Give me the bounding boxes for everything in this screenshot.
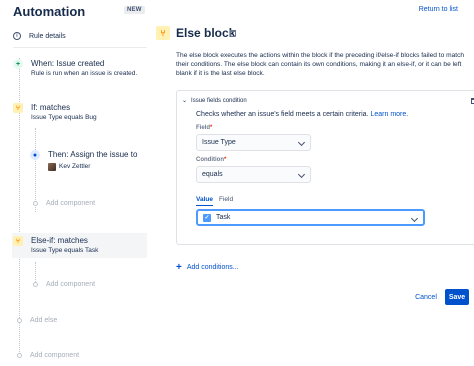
add-component-label: Add component bbox=[46, 281, 96, 288]
field-select-value: Issue Type bbox=[202, 139, 236, 146]
trigger-title: When: Issue created bbox=[31, 59, 105, 68]
value-select-text: Task bbox=[216, 214, 231, 221]
dot-icon bbox=[17, 353, 22, 358]
tab-value[interactable]: Value bbox=[196, 196, 213, 206]
add-component-label: Add component bbox=[30, 352, 80, 359]
if-condition-node[interactable]: ⑂ If: matches Issue Type equals Bug bbox=[13, 103, 97, 122]
chevron-down-icon bbox=[410, 214, 419, 223]
chevron-down-icon: ⌄ bbox=[182, 98, 188, 104]
condition-select[interactable]: equals bbox=[196, 166, 311, 183]
dot-icon bbox=[33, 282, 38, 287]
divider bbox=[13, 47, 147, 48]
issue-fields-condition-panel: ⌄ Issue fields condition Checks whether … bbox=[176, 90, 474, 245]
field-label: Field* bbox=[196, 125, 212, 131]
panel-text: Checks whether an issue's field meets a … bbox=[196, 111, 369, 118]
condition-label-text: Condition bbox=[196, 157, 224, 163]
info-icon: i bbox=[13, 32, 21, 40]
assignee-name: Kev Zettler bbox=[59, 163, 91, 170]
tab-field[interactable]: Field bbox=[219, 196, 233, 206]
app-title: Automation bbox=[13, 4, 86, 19]
else-if-subtitle: Issue Type equals Task bbox=[31, 247, 99, 254]
else-if-node[interactable]: ⑂ Else-if: matches Issue Type equals Tas… bbox=[12, 233, 147, 258]
value-select[interactable]: ✓ Task bbox=[196, 209, 425, 226]
else-if-title: Else-if: matches bbox=[31, 236, 88, 245]
trigger-icon: + bbox=[13, 59, 23, 69]
chevron-down-icon bbox=[297, 170, 306, 179]
add-component-button[interactable]: Add component bbox=[33, 200, 95, 207]
user-icon: ● bbox=[30, 150, 40, 160]
learn-more-link[interactable]: Learn more. bbox=[370, 111, 408, 118]
add-component-button[interactable]: Add component bbox=[17, 352, 79, 359]
trigger-node[interactable]: + When: Issue created Rule is run when a… bbox=[13, 59, 137, 78]
condition-label: Condition* bbox=[196, 157, 226, 163]
add-else-button[interactable]: Add else bbox=[17, 317, 57, 324]
assign-action-node[interactable]: ● Then: Assign the issue to Kev Zettler bbox=[30, 150, 137, 171]
save-button[interactable]: Save bbox=[445, 289, 469, 305]
field-label-text: Field bbox=[196, 125, 211, 131]
panel-description: Checks whether an issue's field meets a … bbox=[196, 111, 408, 118]
branch-icon: ⑂ bbox=[13, 103, 23, 113]
required-mark: * bbox=[224, 157, 227, 163]
page-title: Else block bbox=[176, 26, 236, 40]
avatar bbox=[48, 162, 56, 171]
rule-details-label: Rule details bbox=[29, 32, 66, 40]
chevron-down-icon bbox=[297, 138, 306, 147]
condition-select-value: equals bbox=[202, 171, 223, 178]
if-condition-subtitle: Issue Type equals Bug bbox=[31, 114, 97, 121]
assign-action-title: Then: Assign the issue to bbox=[48, 150, 138, 159]
else-block-description: The else block executes the actions with… bbox=[176, 52, 465, 77]
new-badge: NEW bbox=[124, 6, 145, 14]
add-component-label: Add component bbox=[46, 200, 96, 207]
task-icon: ✓ bbox=[203, 213, 211, 222]
trigger-subtitle: Rule is run when an issue is created. bbox=[31, 70, 138, 77]
rule-details-item[interactable]: i Rule details bbox=[13, 32, 66, 40]
dot-icon bbox=[17, 318, 22, 323]
if-condition-title: If: matches bbox=[31, 103, 71, 112]
add-else-label: Add else bbox=[30, 317, 58, 324]
trash-icon[interactable] bbox=[230, 30, 236, 37]
value-field-tabs: Value Field bbox=[196, 196, 233, 206]
required-mark: * bbox=[210, 125, 213, 131]
plus-icon: + bbox=[176, 262, 182, 273]
add-conditions-label: Add conditions... bbox=[186, 264, 239, 271]
assignee: Kev Zettler bbox=[48, 162, 137, 171]
panel-heading: Issue fields condition bbox=[191, 97, 247, 104]
panel-header[interactable]: ⌄ Issue fields condition bbox=[182, 97, 247, 105]
dot-icon bbox=[33, 201, 38, 206]
branch-icon: ⑂ bbox=[156, 26, 170, 40]
add-component-button[interactable]: Add component bbox=[33, 281, 95, 288]
return-to-list-link[interactable]: Return to list bbox=[419, 6, 458, 13]
field-select[interactable]: Issue Type bbox=[196, 134, 311, 151]
add-conditions-button[interactable]: + Add conditions... bbox=[176, 262, 239, 273]
cancel-button[interactable]: Cancel bbox=[409, 289, 443, 305]
branch-icon: ⑂ bbox=[13, 236, 23, 246]
